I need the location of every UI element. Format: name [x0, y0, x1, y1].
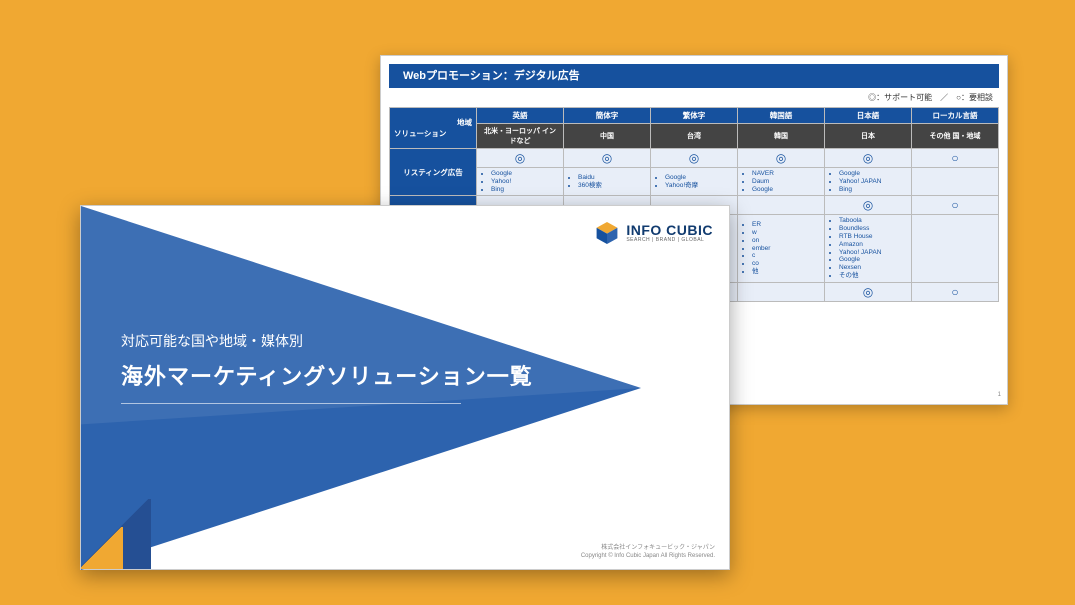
region-header: 日本: [825, 124, 912, 149]
logo-text: INFO CUBIC: [626, 223, 713, 237]
media-cell: GoogleYahoo!Bing: [477, 168, 564, 196]
table-row: GoogleYahoo!Bing Baidu360検索 GoogleYahoo!…: [390, 168, 999, 196]
support-mark: ◎: [651, 149, 738, 168]
media-cell: [912, 168, 999, 196]
copyright: 株式会社インフォキュービック・ジャパン Copyright © Info Cub…: [581, 545, 715, 561]
lang-header: 英語: [477, 108, 564, 124]
logo: INFO CUBIC SEARCH | BRAND | GLOBAL: [594, 220, 713, 246]
table-row: リスティング広告 ◎ ◎ ◎ ◎ ◎ ○: [390, 149, 999, 168]
corner-accent-orange: [81, 527, 123, 569]
support-mark: ○: [912, 196, 999, 215]
row-header: リスティング広告: [390, 149, 477, 196]
region-header: その他 国・地域: [912, 124, 999, 149]
cover-title: 海外マーケティングソリューション一覧: [121, 359, 533, 391]
media-cell: ERwonembercco他: [738, 215, 825, 282]
page-number: 1: [998, 392, 1001, 398]
support-mark: ◎: [564, 149, 651, 168]
lang-header: 繁体字: [651, 108, 738, 124]
media-cell: GoogleYahoo!奇摩: [651, 168, 738, 196]
front-slide: 対応可能な国や地域・媒体別 海外マーケティングソリューション一覧 INFO CU…: [80, 205, 730, 570]
lang-header: ローカル言語: [912, 108, 999, 124]
lang-header: 簡体字: [564, 108, 651, 124]
region-header: 韓国: [738, 124, 825, 149]
support-mark: ◎: [825, 282, 912, 301]
legend-text: ◎：サポート可能 ／ ○：要相談: [381, 88, 1007, 107]
support-mark: ◎: [738, 149, 825, 168]
support-mark: ◎: [825, 196, 912, 215]
region-header: 中国: [564, 124, 651, 149]
cover-divider: [121, 403, 461, 404]
back-slide-title: Webプロモーション：デジタル広告: [389, 64, 999, 88]
cover-subtitle: 対応可能な国や地域・媒体別: [121, 331, 533, 351]
support-mark: ◎: [825, 149, 912, 168]
region-header: 台湾: [651, 124, 738, 149]
support-mark: ◎: [477, 149, 564, 168]
media-cell: [912, 215, 999, 282]
support-mark: ○: [912, 149, 999, 168]
support-mark: [738, 282, 825, 301]
table-corner: 地域 ソリューション: [390, 108, 477, 149]
lang-header: 韓国語: [738, 108, 825, 124]
logo-tagline: SEARCH | BRAND | GLOBAL: [626, 237, 713, 243]
media-cell: TaboolaBoundlessRTB HouseAmazonYahoo! JA…: [825, 215, 912, 282]
cube-icon: [594, 220, 620, 246]
lang-header: 日本語: [825, 108, 912, 124]
media-cell: Baidu360検索: [564, 168, 651, 196]
region-header: 北米・ヨーロッパ インドなど: [477, 124, 564, 149]
media-cell: GoogleYahoo! JAPANBing: [825, 168, 912, 196]
support-mark: ○: [912, 282, 999, 301]
media-cell: NAVERDaumGoogle: [738, 168, 825, 196]
support-mark: [738, 196, 825, 215]
